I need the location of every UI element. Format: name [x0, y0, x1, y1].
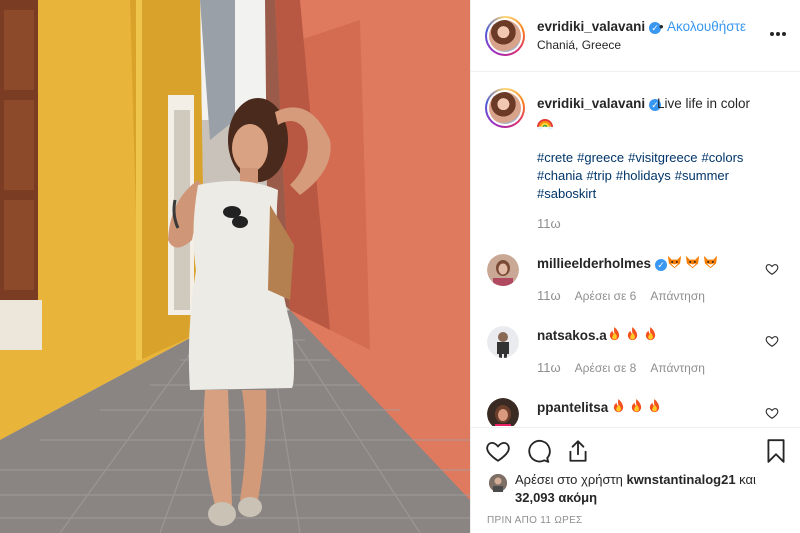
comment-item: ppantelitsa: [471, 398, 800, 426]
fox-emoji: [667, 255, 682, 269]
fire-emoji: [609, 326, 620, 341]
comment-likes[interactable]: Αρέσει σε 8: [575, 361, 637, 375]
caption-time: 11ω: [537, 216, 561, 231]
comment-username-link[interactable]: ppantelitsa: [537, 400, 608, 415]
post-header: evridiki_valavani ✓ • Ακολουθήστε Chaniá,…: [471, 0, 800, 72]
author-username[interactable]: evridiki_valavani: [537, 19, 645, 34]
comment-username-link[interactable]: millieelderholmes ✓: [537, 256, 668, 271]
comment-username-link[interactable]: natsakos.a: [537, 328, 607, 343]
reply-button[interactable]: Απάντηση: [650, 289, 705, 303]
likes-count[interactable]: 32,093: [515, 490, 555, 505]
comment-icon[interactable]: [525, 438, 551, 464]
hashtag-link[interactable]: #summer: [675, 168, 729, 183]
fire-emoji: [631, 398, 642, 413]
comment-time[interactable]: 11ω: [537, 288, 561, 303]
comment-avatar[interactable]: [487, 398, 519, 426]
comment-username[interactable]: ppantelitsa: [537, 400, 608, 415]
comment-like-heart-icon[interactable]: [765, 406, 779, 420]
comment-like-heart-icon[interactable]: [765, 334, 779, 348]
comment-username[interactable]: millieelderholmes: [537, 256, 651, 271]
post-photo[interactable]: [0, 0, 470, 533]
comment-item: millieelderholmes ✓ 11ω Αρέσει σε 6 Απάντησ…: [471, 254, 800, 326]
author-avatar[interactable]: [485, 16, 525, 56]
comment-text: [667, 254, 721, 270]
hashtag-link[interactable]: #trip: [587, 168, 612, 183]
likes-prefix: Αρέσει στο χρήστη: [515, 472, 623, 487]
comment-like-heart-icon[interactable]: [765, 262, 779, 276]
likes-joiner: και: [739, 472, 756, 487]
post-details-panel: evridiki_valavani ✓ • Ακολουθήστε Chaniá,…: [470, 0, 800, 533]
fire-emoji: [613, 398, 624, 413]
comment-username[interactable]: natsakos.a: [537, 328, 607, 343]
comment-meta: 11ω Αρέσει σε 6 Απάντηση: [537, 288, 719, 303]
hashtag-link[interactable]: #chania: [537, 168, 583, 183]
comment-text: [607, 326, 661, 342]
fire-emoji: [645, 326, 656, 341]
author-username-link[interactable]: evridiki_valavani ✓: [537, 19, 662, 34]
hashtag-link[interactable]: #crete: [537, 150, 573, 165]
more-options-icon[interactable]: [769, 24, 787, 42]
reply-button[interactable]: Απάντηση: [650, 361, 705, 375]
follow-button[interactable]: Ακολουθήστε: [667, 19, 746, 34]
fox-emoji: [685, 255, 700, 269]
likes-suffix[interactable]: ακόμη: [558, 490, 597, 505]
comment-likes[interactable]: Αρέσει σε 6: [575, 289, 637, 303]
heart-icon[interactable]: [485, 438, 511, 464]
liker-username[interactable]: kwnstantinalog21: [626, 472, 735, 487]
comment-item: natsakos.a 11ω Αρέσει σε 8 Απάντηση: [471, 326, 800, 398]
location-link[interactable]: Chaniá, Greece: [537, 38, 621, 52]
hashtag-link[interactable]: #saboskirt: [537, 186, 596, 201]
likes-text: Αρέσει στο χρήστη kwnstantinalog21 και 3…: [515, 471, 795, 507]
comment-time[interactable]: 11ω: [537, 360, 561, 375]
comment-avatar[interactable]: [487, 326, 519, 358]
rainbow-emoji: [537, 119, 553, 130]
comment-text: [611, 398, 665, 414]
caption-author-avatar[interactable]: [485, 88, 525, 128]
liker-avatar[interactable]: [489, 474, 507, 492]
hashtag-link[interactable]: #holidays: [616, 168, 671, 183]
caption-text: Live life in color: [657, 96, 751, 111]
fox-emoji: [703, 255, 718, 269]
hashtag-link[interactable]: #visitgreece: [628, 150, 697, 165]
caption-username[interactable]: evridiki_valavani: [537, 96, 645, 111]
header-separator: •: [659, 19, 664, 34]
share-icon[interactable]: [565, 438, 591, 464]
caption-hashtags: #crete #greece #visitgreece #colors #chania…: [537, 149, 767, 203]
post-actions-bar: [471, 427, 800, 475]
caption-username-link[interactable]: evridiki_valavani ✓: [537, 96, 662, 111]
comment-meta: 11ω Αρέσει σε 8 Απάντηση: [537, 360, 719, 375]
comment-avatar[interactable]: [487, 254, 519, 286]
bookmark-icon[interactable]: [763, 438, 789, 464]
hashtag-link[interactable]: #greece: [577, 150, 624, 165]
post-photo-image: [0, 0, 470, 533]
fire-emoji: [649, 398, 660, 413]
fire-emoji: [627, 326, 638, 341]
hashtag-link[interactable]: #colors: [702, 150, 744, 165]
verified-badge-icon: ✓: [655, 259, 668, 271]
post-timestamp[interactable]: ΠΡΙΝ ΑΠΟ 11 ΩΡΕΣ: [487, 515, 583, 526]
